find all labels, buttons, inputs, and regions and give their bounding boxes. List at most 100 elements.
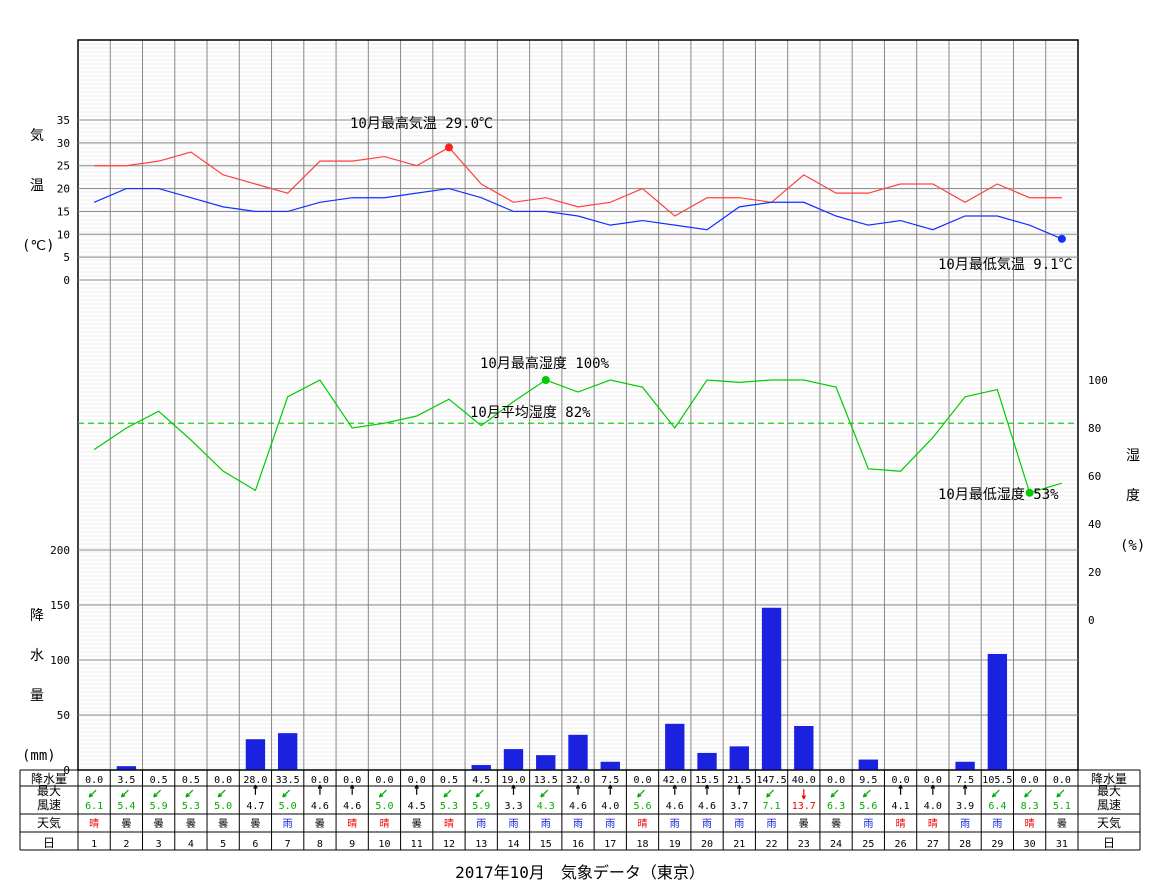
rain-cell: 0.0 bbox=[85, 775, 103, 786]
svg-text:最大: 最大 bbox=[37, 784, 61, 798]
rain-cell: 7.5 bbox=[601, 775, 619, 786]
rain-cell: 0.0 bbox=[827, 775, 845, 786]
wind-cell: 4.6 bbox=[311, 801, 329, 812]
wind-cell: 4.6 bbox=[343, 801, 361, 812]
weather-cell: 曇 bbox=[799, 818, 809, 830]
rain-bar bbox=[665, 724, 684, 770]
rain-cell: 0.0 bbox=[408, 775, 426, 786]
weather-cell: 雨 bbox=[605, 819, 615, 830]
rain-cell: 0.0 bbox=[633, 775, 651, 786]
wind-cell: 3.9 bbox=[956, 801, 974, 812]
day-cell: 15 bbox=[540, 839, 552, 850]
wind-cell: 4.0 bbox=[924, 801, 942, 812]
rain-bar bbox=[117, 766, 136, 770]
rain-bar bbox=[762, 608, 781, 770]
svg-text:天気: 天気 bbox=[1097, 815, 1121, 830]
rain-cell: 4.5 bbox=[472, 775, 490, 786]
weather-cell: 晴 bbox=[89, 817, 99, 830]
rain-cell: 13.5 bbox=[534, 775, 558, 786]
day-cell: 27 bbox=[927, 839, 939, 850]
day-cell: 4 bbox=[188, 839, 194, 850]
day-cell: 31 bbox=[1056, 839, 1068, 850]
wind-cell: 4.0 bbox=[601, 801, 619, 812]
day-cell: 1 bbox=[91, 839, 97, 850]
rain-cell: 0.0 bbox=[1021, 775, 1039, 786]
day-cell: 9 bbox=[349, 839, 355, 850]
wind-cell: 8.3 bbox=[1021, 801, 1039, 812]
weather-cell: 曇 bbox=[412, 818, 422, 830]
svg-text:天気: 天気 bbox=[37, 815, 61, 830]
rain-cell: 0.0 bbox=[1053, 775, 1071, 786]
day-cell: 29 bbox=[991, 839, 1003, 850]
day-cell: 28 bbox=[959, 839, 971, 850]
weather-cell: 曇 bbox=[186, 818, 196, 830]
rain-bar bbox=[278, 733, 297, 770]
weather-cell: 曇 bbox=[831, 818, 841, 830]
rain-cell: 19.0 bbox=[501, 775, 525, 786]
rain-cell: 0.0 bbox=[214, 775, 232, 786]
svg-text:35: 35 bbox=[57, 114, 70, 127]
day-cell: 7 bbox=[285, 839, 291, 850]
weather-cell: 雨 bbox=[863, 819, 873, 830]
weather-cell: 曇 bbox=[218, 818, 228, 830]
rain-cell: 105.5 bbox=[982, 775, 1012, 786]
chart-svg: 05101520253035気温(℃)020406080100湿度(%)0501… bbox=[0, 0, 1160, 890]
wind-cell: 4.3 bbox=[537, 801, 555, 812]
weather-cell: 曇 bbox=[1057, 818, 1067, 830]
day-cell: 25 bbox=[862, 839, 874, 850]
wind-cell: 4.5 bbox=[408, 801, 426, 812]
svg-text:150: 150 bbox=[50, 599, 70, 612]
svg-text:40: 40 bbox=[1088, 518, 1101, 531]
rain-bar bbox=[859, 760, 878, 770]
rain-cell: 21.5 bbox=[727, 775, 751, 786]
svg-text:80: 80 bbox=[1088, 422, 1101, 435]
rain-cell: 15.5 bbox=[695, 775, 719, 786]
ann-min-temp: 10月最低気温 9.1℃ bbox=[938, 257, 1073, 273]
ann-max-temp: 10月最高気温 29.0℃ bbox=[350, 115, 493, 132]
rain-bar bbox=[730, 746, 749, 770]
svg-text:10: 10 bbox=[57, 228, 70, 241]
wind-cell: 4.6 bbox=[569, 801, 587, 812]
rain-cell: 0.0 bbox=[892, 775, 910, 786]
wind-cell: 13.7 bbox=[792, 801, 816, 812]
max-hum-marker bbox=[542, 376, 550, 384]
svg-text:湿: 湿 bbox=[1126, 448, 1140, 464]
weather-cell: 雨 bbox=[573, 819, 583, 830]
weather-cell: 曇 bbox=[315, 818, 325, 830]
weather-cell: 雨 bbox=[283, 819, 293, 830]
ann-avg-hum: 10月平均湿度 82% bbox=[470, 405, 591, 421]
rain-cell: 7.5 bbox=[956, 775, 974, 786]
rain-bar bbox=[988, 654, 1007, 770]
weather-cell: 雨 bbox=[734, 819, 744, 830]
wind-cell: 5.3 bbox=[182, 801, 200, 812]
weather-cell: 雨 bbox=[670, 819, 680, 830]
svg-text:日: 日 bbox=[1103, 836, 1115, 850]
weather-cell: 雨 bbox=[767, 819, 777, 830]
ann-max-hum: 10月最高湿度 100% bbox=[480, 355, 610, 372]
svg-text:5: 5 bbox=[63, 251, 70, 264]
day-cell: 16 bbox=[572, 839, 584, 850]
rain-bar bbox=[955, 762, 974, 770]
weather-cell: 曇 bbox=[154, 818, 164, 830]
svg-text:降: 降 bbox=[30, 608, 44, 624]
weather-cell: 晴 bbox=[638, 817, 648, 830]
rain-cell: 3.5 bbox=[117, 775, 135, 786]
rain-cell: 0.5 bbox=[150, 775, 168, 786]
svg-text:20: 20 bbox=[57, 183, 70, 196]
wind-cell: 6.4 bbox=[988, 801, 1006, 812]
svg-text:気: 気 bbox=[30, 128, 44, 144]
day-cell: 10 bbox=[378, 839, 390, 850]
day-cell: 18 bbox=[636, 839, 648, 850]
svg-text:100: 100 bbox=[50, 654, 70, 667]
weather-cell: 雨 bbox=[960, 819, 970, 830]
svg-text:量: 量 bbox=[30, 688, 44, 704]
svg-text:0: 0 bbox=[1088, 614, 1095, 627]
weather-cell: 晴 bbox=[896, 817, 906, 830]
wind-cell: 5.6 bbox=[633, 801, 651, 812]
svg-text:200: 200 bbox=[50, 544, 70, 557]
rain-cell: 0.0 bbox=[311, 775, 329, 786]
day-cell: 5 bbox=[220, 839, 226, 850]
day-cell: 2 bbox=[123, 839, 129, 850]
day-cell: 23 bbox=[798, 839, 810, 850]
wind-cell: 5.6 bbox=[859, 801, 877, 812]
